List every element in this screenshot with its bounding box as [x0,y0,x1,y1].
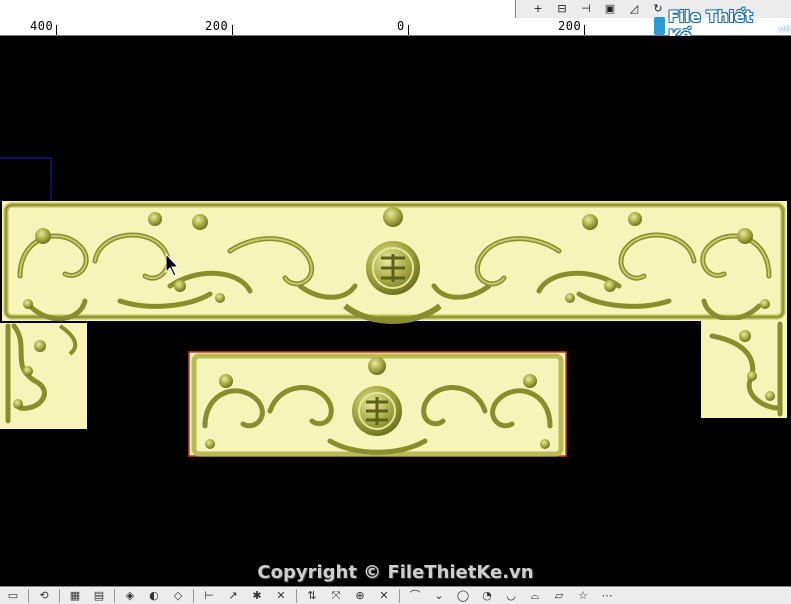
align-icon[interactable]: ⊣ [576,2,596,16]
carving-right-leg[interactable] [701,320,787,418]
plus-icon[interactable]: + [528,2,548,16]
ruler-label: 0 [397,19,405,33]
segment-icon[interactable]: ⌓ [526,589,544,603]
toolbar-separator [28,588,29,603]
bowl-icon[interactable]: ◡ [502,589,520,603]
grid-icon[interactable]: ▦ [66,589,84,603]
arrow-icon[interactable]: ↗ [224,589,242,603]
toolbar-separator [296,588,297,603]
diamond-icon[interactable]: ◇ [169,589,187,603]
toolbar-separator [59,588,60,603]
carving-lower-panel[interactable] [188,351,567,457]
circle-icon[interactable]: ◯ [454,589,472,603]
add-node-icon[interactable]: ⊕ [351,589,369,603]
scale-icon[interactable]: ⤧ [327,589,345,603]
design-viewport[interactable] [0,36,791,572]
select-rect-icon[interactable]: ▭ [4,589,22,603]
carving-main-panel[interactable] [2,201,787,324]
toolbar-separator [193,588,194,603]
more-icon[interactable]: ⋯ [598,589,616,603]
ruler-label: 200 [205,19,229,33]
carving-left-leg[interactable] [0,323,87,429]
align-left-icon[interactable]: ⊢ [200,589,218,603]
curve-icon[interactable]: ⌄ [430,589,448,603]
remove-icon[interactable]: ✕ [375,589,393,603]
move-icon[interactable]: ⊟ [552,2,572,16]
layers-icon[interactable]: ▤ [90,589,108,603]
ruler-label: 400 [30,19,54,33]
copyright-watermark: Copyright © FileThietKe.vn [257,562,534,583]
corner-icon[interactable]: ◿ [624,2,644,16]
ruler-tick [408,25,409,35]
asterisk-icon[interactable]: ✱ [248,589,266,603]
toolbar-separator [114,588,115,603]
delete-icon[interactable]: ✕ [272,589,290,603]
parallelogram-icon[interactable]: ▱ [550,589,568,603]
bottom-toolbar: ▭ ⟲ ▦ ▤ ◈ ◐ ◇ ⊢ ↗ ✱ ✕ ⇅ ⤧ ⊕ ✕ ⌒ ⌄ ◯ ◔ ◡ … [0,586,791,604]
carving-canvas[interactable] [0,36,791,572]
ruler-tick [232,25,233,35]
watermark-logo: File Thiết Kế .vn [654,7,791,45]
logo-domain: .vn [775,23,791,35]
arc-icon[interactable]: ⌒ [406,589,424,603]
ruler-tick [584,25,585,35]
toolbar-separator [399,588,400,603]
pie-icon[interactable]: ◔ [478,589,496,603]
ruler-label: 200 [558,19,582,33]
flip-icon[interactable]: ⇅ [303,589,321,603]
logo-icon [654,17,666,35]
ruler-tick [56,25,57,35]
undo-icon[interactable]: ⟲ [35,589,53,603]
shade-icon[interactable]: ◐ [145,589,163,603]
node-icon[interactable]: ◈ [121,589,139,603]
frame-icon[interactable]: ▣ [600,2,620,16]
star-icon[interactable]: ☆ [574,589,592,603]
